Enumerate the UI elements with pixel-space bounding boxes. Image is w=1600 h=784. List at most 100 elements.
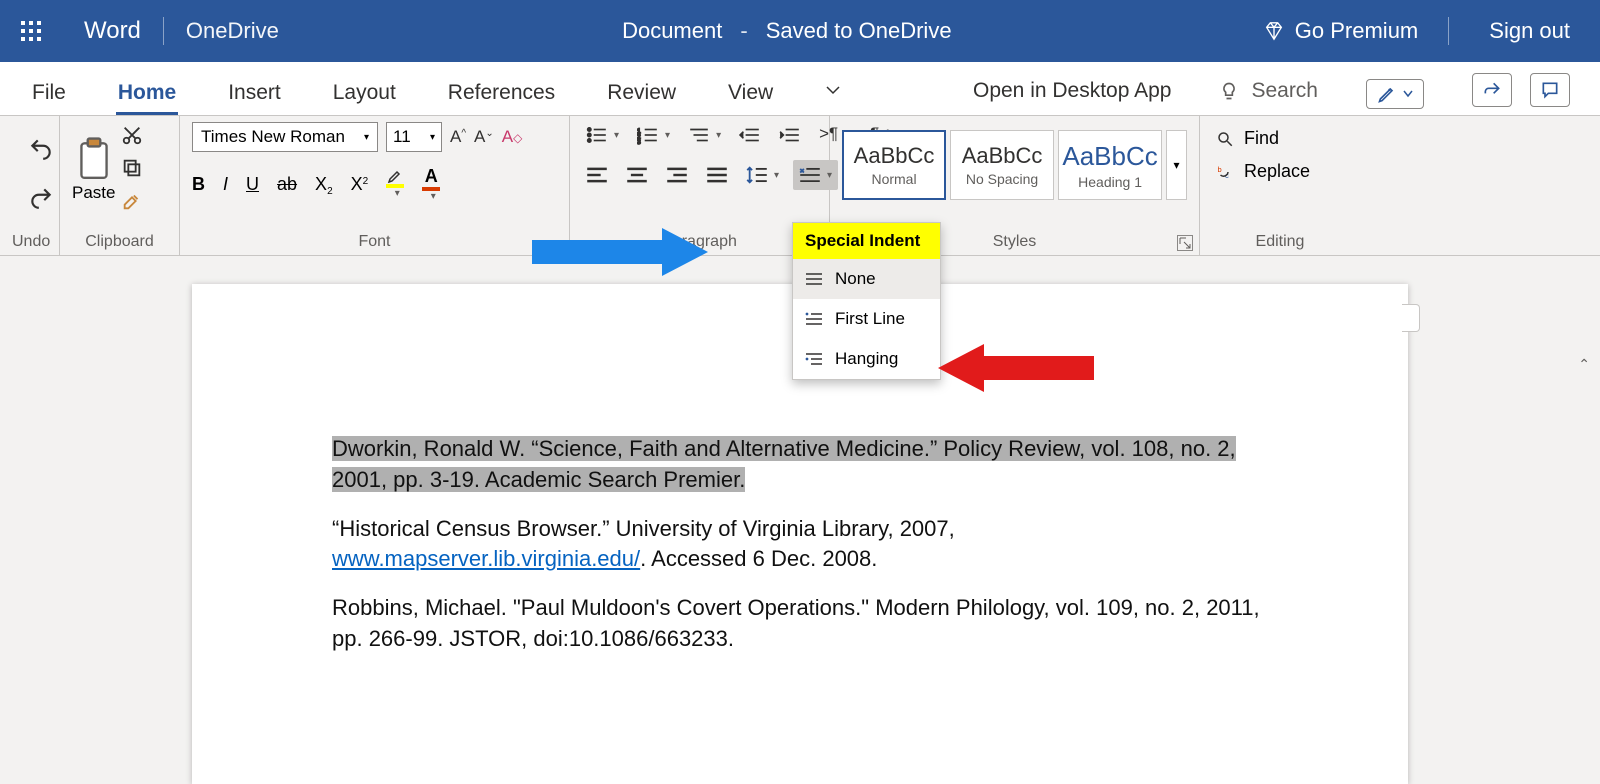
strikethrough-button[interactable]: ab	[277, 174, 297, 195]
cut-button[interactable]	[121, 124, 143, 151]
app-launcher-button[interactable]	[0, 0, 62, 62]
chevron-down-icon	[825, 85, 841, 95]
font-size-select[interactable]: 11▾	[386, 122, 442, 152]
numbering-icon: 123	[637, 124, 659, 146]
multilevel-list-button[interactable]	[684, 122, 725, 148]
decrease-indent-button[interactable]	[735, 122, 765, 148]
save-status: Saved to OneDrive	[766, 18, 952, 44]
annotation-red-arrow	[938, 340, 1098, 396]
tab-more-chevron[interactable]	[823, 77, 843, 115]
find-label: Find	[1244, 128, 1279, 149]
onedrive-link[interactable]: OneDrive	[164, 18, 301, 44]
style-normal[interactable]: AaBbCcNormal	[842, 130, 946, 200]
document-title-area: Document - Saved to OneDrive	[622, 18, 951, 44]
font-name-select[interactable]: Times New Roman▾	[192, 122, 378, 152]
tab-layout[interactable]: Layout	[331, 81, 398, 115]
replace-icon: bc	[1216, 163, 1234, 181]
font-color-button[interactable]: A	[422, 166, 440, 202]
tab-review[interactable]: Review	[605, 81, 678, 115]
tab-view[interactable]: View	[726, 81, 775, 115]
bullets-icon	[586, 124, 608, 146]
format-painter-button[interactable]	[121, 190, 143, 217]
indent-option-hanging[interactable]: Hanging	[793, 339, 940, 379]
align-left-icon	[586, 164, 608, 186]
line-spacing-icon	[746, 164, 768, 186]
highlighter-icon	[387, 170, 403, 184]
clear-formatting-button[interactable]: A◇	[502, 127, 523, 147]
style-heading1[interactable]: AaBbCcHeading 1	[1058, 130, 1162, 200]
bold-button[interactable]: B	[192, 174, 205, 195]
group-label-editing: Editing	[1212, 229, 1348, 253]
indent-firstline-icon	[805, 312, 823, 326]
replace-button[interactable]: bc Replace	[1212, 155, 1348, 188]
indent-icon	[779, 124, 801, 146]
paste-button[interactable]: Paste	[72, 137, 115, 203]
citation-1[interactable]: Dworkin, Ronald W. “Science, Faith and A…	[332, 434, 1268, 496]
replace-label: Replace	[1244, 161, 1310, 182]
justify-button[interactable]	[702, 162, 732, 188]
shrink-font-button[interactable]: A⌄	[474, 127, 494, 147]
go-premium-label: Go Premium	[1295, 18, 1418, 44]
copy-button[interactable]	[121, 157, 143, 184]
find-button[interactable]: Find	[1212, 122, 1348, 155]
increase-indent-button[interactable]	[775, 122, 805, 148]
special-indent-dropdown: Special Indent None First Line Hanging	[792, 222, 941, 380]
tab-references[interactable]: References	[446, 81, 557, 115]
search-placeholder: Search	[1251, 79, 1318, 103]
citation-2[interactable]: “Historical Census Browser.” University …	[332, 514, 1268, 576]
underline-button[interactable]: U	[246, 174, 259, 195]
superscript-button[interactable]: X2	[351, 174, 369, 195]
option-label: None	[835, 269, 876, 289]
clipboard-icon	[74, 137, 114, 181]
share-button[interactable]	[1472, 73, 1512, 107]
numbering-button[interactable]: 123	[633, 122, 674, 148]
align-center-button[interactable]	[622, 162, 652, 188]
diamond-icon	[1263, 20, 1285, 42]
style-no-spacing[interactable]: AaBbCcNo Spacing	[950, 130, 1054, 200]
font-name-value: Times New Roman	[201, 127, 345, 147]
selected-text: Dworkin, Ronald W. “Science, Faith and A…	[332, 436, 1236, 492]
dropdown-header: Special Indent	[793, 223, 940, 259]
search-box[interactable]: Search	[1219, 79, 1318, 115]
redo-button[interactable]	[28, 185, 54, 216]
grow-font-button[interactable]: A^	[450, 127, 466, 147]
tab-insert[interactable]: Insert	[226, 81, 283, 115]
go-premium-button[interactable]: Go Premium	[1263, 18, 1418, 44]
comments-button[interactable]	[1530, 73, 1570, 107]
app-brand[interactable]: Word	[62, 17, 163, 45]
undo-icon	[28, 136, 54, 162]
document-name[interactable]: Document	[622, 18, 722, 44]
text: . Accessed 6 Dec. 2008.	[640, 546, 877, 571]
bullets-button[interactable]	[582, 122, 623, 148]
align-center-icon	[626, 164, 648, 186]
citation-3[interactable]: Robbins, Michael. "Paul Muldoon's Covert…	[332, 593, 1268, 655]
tab-home[interactable]: Home	[116, 81, 178, 115]
subscript-button[interactable]: X2	[315, 174, 333, 195]
group-undo: Undo	[0, 116, 60, 255]
styles-more-button[interactable]: ▾	[1166, 130, 1187, 200]
highlight-color-button[interactable]	[386, 170, 404, 199]
italic-button[interactable]: I	[223, 174, 228, 195]
open-in-desktop-button[interactable]: Open in Desktop App	[973, 79, 1171, 115]
indent-option-first-line[interactable]: First Line	[793, 299, 940, 339]
tab-file[interactable]: File	[30, 81, 68, 115]
lightbulb-icon	[1219, 81, 1239, 101]
font-size-value: 11	[393, 127, 411, 147]
page-side-tab[interactable]	[1402, 304, 1420, 332]
indent-option-none[interactable]: None	[793, 259, 940, 299]
undo-button[interactable]	[28, 136, 54, 167]
sign-out-button[interactable]: Sign out	[1479, 18, 1570, 44]
line-spacing-button[interactable]	[742, 162, 783, 188]
comment-icon	[1540, 80, 1560, 100]
special-indent-icon	[799, 164, 821, 186]
redo-icon	[28, 185, 54, 211]
scissors-icon	[121, 124, 143, 146]
styles-dialog-launcher[interactable]	[1177, 235, 1193, 251]
align-left-button[interactable]	[582, 162, 612, 188]
group-font: Times New Roman▾ 11▾ A^ A⌄ A◇ B I U ab X…	[180, 116, 570, 255]
align-right-button[interactable]	[662, 162, 692, 188]
outdent-icon	[739, 124, 761, 146]
style-label: No Spacing	[966, 171, 1038, 187]
editing-mode-button[interactable]	[1366, 79, 1424, 109]
citation-link[interactable]: www.mapserver.lib.virginia.edu/	[332, 546, 640, 571]
